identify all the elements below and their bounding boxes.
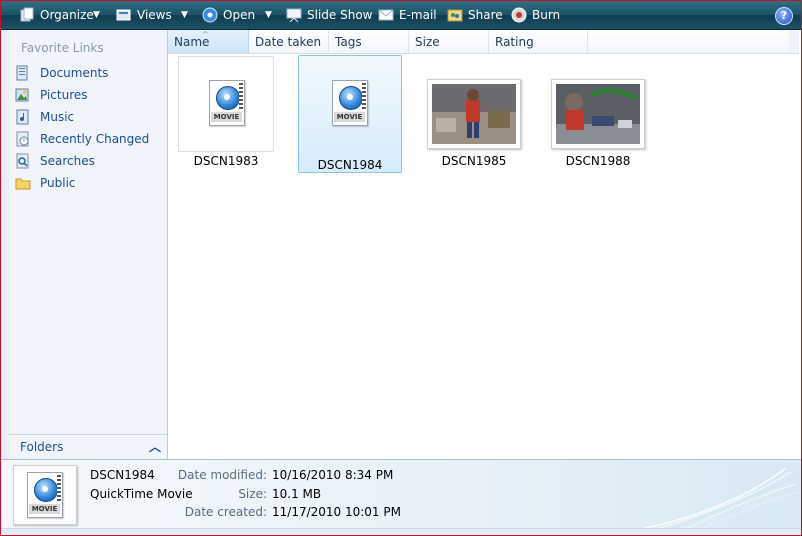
date-modified-value[interactable]: 10/16/2010 8:34 PM — [272, 468, 393, 482]
slideshow-icon — [286, 7, 302, 23]
left-border-strip — [1, 30, 9, 459]
nav-item-label: Pictures — [40, 88, 88, 102]
quicktime-movie-icon: MOVIE — [209, 80, 245, 126]
public-folder-icon — [15, 175, 31, 191]
file-name: DSCN1983 — [193, 154, 259, 168]
open-label: Open — [223, 8, 256, 22]
views-icon — [116, 7, 132, 23]
file-name: DSCN1988 — [565, 154, 631, 168]
photo-thumbnail-image — [556, 84, 640, 144]
burn-button[interactable]: Burn — [511, 1, 560, 29]
email-label: E-mail — [399, 8, 437, 22]
decorative-swoosh — [640, 467, 800, 529]
open-button[interactable]: Open — [202, 1, 255, 29]
photo-thumbnail — [427, 79, 521, 149]
details-file-name: DSCN1984 — [90, 468, 155, 482]
navigation-pane: Favorite Links Documents Pictures Music … — [9, 30, 168, 459]
quicktime-icon — [202, 7, 218, 23]
size-label: Size: — [238, 487, 267, 501]
folders-label: Folders — [20, 440, 64, 454]
views-dropdown-icon[interactable]: ▼ — [181, 1, 188, 29]
column-header-size[interactable]: Size — [409, 30, 489, 53]
file-item[interactable]: DSCN1985 — [422, 56, 526, 174]
nav-item-music[interactable]: Music — [15, 107, 74, 127]
command-bar: Organize ▼ Views ▼ Open ▼ Slide Show E-m… — [1, 1, 801, 30]
column-header-label: Size — [415, 35, 440, 49]
column-header-tags[interactable]: Tags — [329, 30, 409, 53]
share-label: Share — [468, 8, 503, 22]
share-icon — [447, 7, 463, 23]
file-item[interactable]: DSCN1988 — [546, 56, 650, 174]
details-thumbnail: MOVIE — [13, 465, 77, 525]
chevron-up-icon[interactable]: ︿ — [149, 438, 161, 455]
nav-item-recently-changed[interactable]: Recently Changed — [15, 129, 149, 149]
views-button[interactable]: Views — [116, 1, 172, 29]
column-header-label: Date taken — [255, 35, 322, 49]
slideshow-label: Slide Show — [307, 8, 373, 22]
open-dropdown-icon[interactable]: ▼ — [265, 1, 272, 29]
nav-item-pictures[interactable]: Pictures — [15, 85, 88, 105]
column-header-row: ^ Name Date taken Tags Size Rating — [168, 30, 799, 54]
share-button[interactable]: Share — [447, 1, 503, 29]
nav-item-label: Documents — [40, 66, 109, 80]
documents-icon — [15, 65, 31, 81]
nav-item-label: Searches — [40, 154, 95, 168]
organize-icon — [19, 7, 35, 23]
column-header-name[interactable]: ^ Name — [168, 30, 249, 53]
column-header-label: Rating — [495, 35, 534, 49]
pictures-icon — [15, 87, 31, 103]
nav-item-label: Music — [40, 110, 75, 124]
nav-item-label: Public — [40, 176, 76, 190]
nav-item-searches[interactable]: Searches — [15, 151, 95, 171]
email-icon — [378, 7, 394, 23]
file-name: DSCN1985 — [441, 154, 507, 168]
nav-item-public[interactable]: Public — [15, 173, 76, 193]
nav-item-documents[interactable]: Documents — [15, 63, 108, 83]
organize-label: Organize — [40, 8, 94, 22]
quicktime-movie-icon: MOVIE — [27, 472, 63, 518]
date-modified-label: Date modified: — [177, 468, 267, 482]
organize-dropdown-icon[interactable]: ▼ — [93, 1, 100, 29]
photo-thumbnail-image — [432, 84, 516, 144]
photo-thumbnail — [551, 79, 645, 149]
views-label: Views — [137, 8, 172, 22]
quicktime-movie-icon: MOVIE — [332, 80, 368, 126]
help-icon[interactable]: ? — [775, 7, 793, 25]
column-header-label: Tags — [335, 35, 362, 49]
favorite-links-heading: Favorite Links — [21, 41, 104, 55]
column-header-date-taken[interactable]: Date taken — [249, 30, 329, 53]
nav-item-label: Recently Changed — [40, 132, 150, 146]
file-list-pane: ^ Name Date taken Tags Size Rating MOVIE… — [168, 30, 799, 459]
burn-icon — [511, 7, 527, 23]
email-button[interactable]: E-mail — [378, 1, 437, 29]
size-value: 10.1 MB — [272, 487, 322, 501]
date-created-label: Date created: — [184, 505, 267, 519]
column-header-rating[interactable]: Rating — [489, 30, 588, 53]
explorer-window: Organize ▼ Views ▼ Open ▼ Slide Show E-m… — [0, 0, 802, 536]
slideshow-button[interactable]: Slide Show — [286, 1, 372, 29]
organize-button[interactable]: Organize — [19, 1, 94, 29]
music-icon — [15, 109, 31, 125]
header-scroll-gutter — [789, 30, 799, 53]
details-pane: MOVIE DSCN1984 QuickTime Movie Date modi… — [1, 459, 801, 529]
burn-label: Burn — [532, 8, 561, 22]
folders-toggle[interactable]: Folders ︿ — [9, 434, 167, 459]
file-name: DSCN1984 — [317, 158, 383, 172]
bottom-border-strip — [1, 528, 801, 535]
date-created-value[interactable]: 11/17/2010 10:01 PM — [272, 505, 401, 519]
file-item[interactable]: MOVIE DSCN1983 — [174, 56, 278, 174]
file-item-selected[interactable]: MOVIE DSCN1984 — [298, 55, 402, 173]
file-thumbnail-frame: MOVIE — [178, 56, 274, 152]
sort-ascending-icon: ^ — [202, 30, 209, 39]
recently-changed-icon — [15, 131, 31, 147]
searches-icon — [15, 153, 31, 169]
